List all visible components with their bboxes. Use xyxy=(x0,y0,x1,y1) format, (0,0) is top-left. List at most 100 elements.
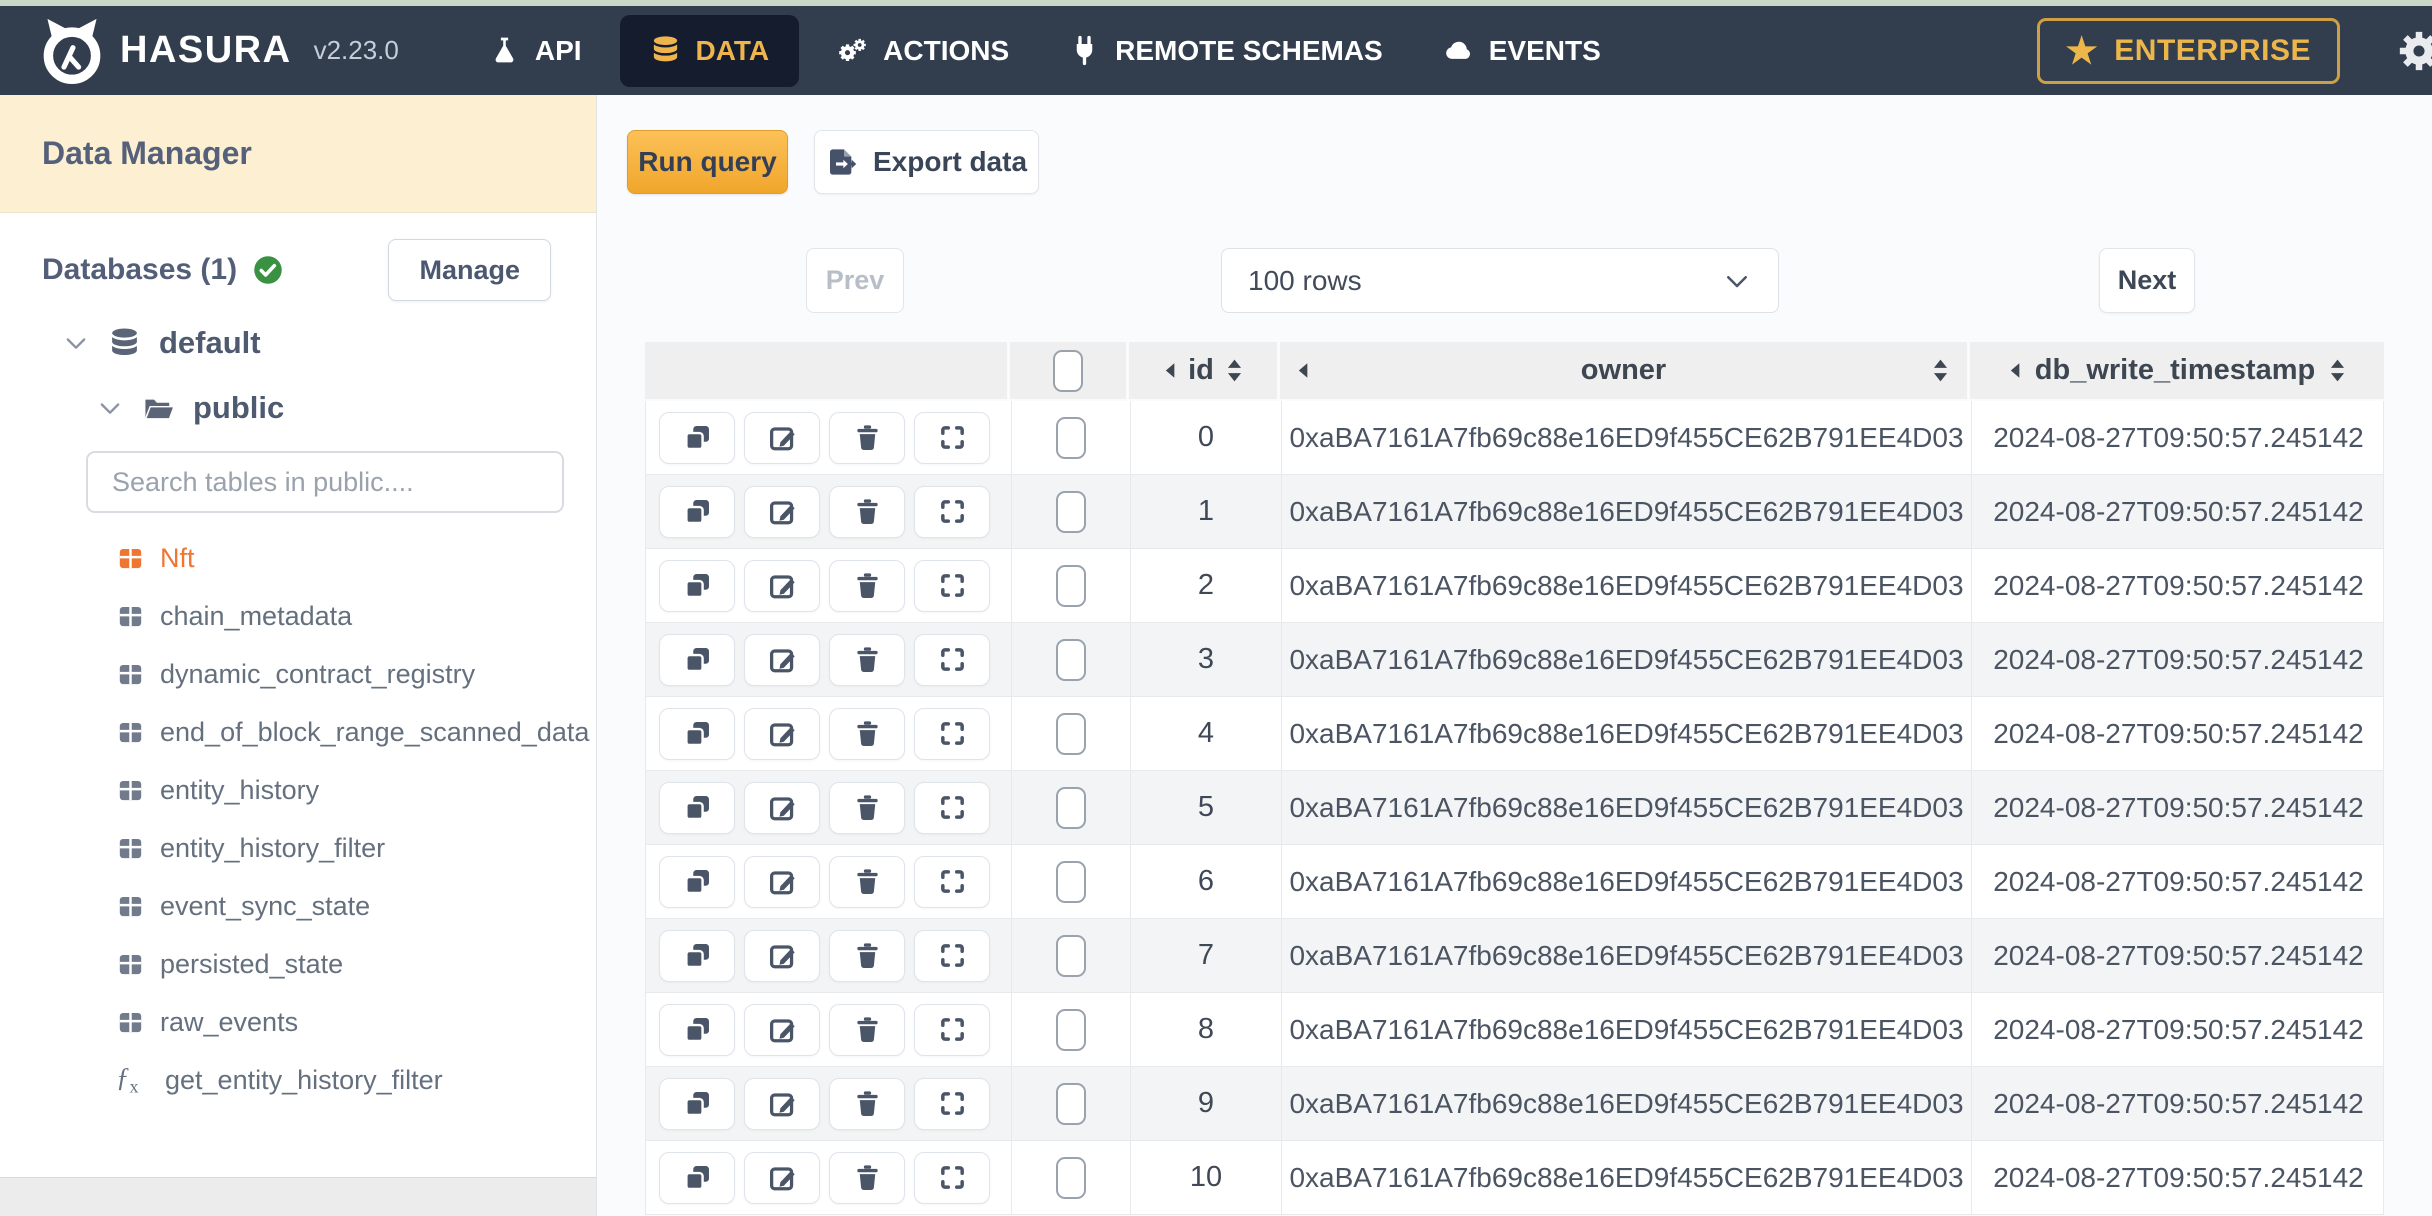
sidebar-table-item[interactable]: ƒx end_of_block_range_scanned_data xyxy=(0,703,596,761)
header-owner-cell[interactable]: owner xyxy=(1280,342,1970,399)
clone-row-button[interactable] xyxy=(659,781,735,834)
collapse-column-icon[interactable] xyxy=(1296,362,1309,379)
expand-row-button[interactable] xyxy=(914,781,990,834)
tab-remote-schemas[interactable]: REMOTE SCHEMAS xyxy=(1039,6,1413,95)
row-checkbox[interactable] xyxy=(1056,638,1086,681)
hasura-logo[interactable]: HASURA v2.23.0 xyxy=(38,17,399,85)
clone-row-button[interactable] xyxy=(659,1151,735,1204)
sort-icon[interactable] xyxy=(1226,359,1243,382)
expand-row-button[interactable] xyxy=(914,1003,990,1056)
expand-row-button[interactable] xyxy=(914,929,990,982)
delete-row-button[interactable] xyxy=(829,781,905,834)
table-icon xyxy=(118,895,143,917)
delete-row-button[interactable] xyxy=(829,559,905,612)
row-checkbox[interactable] xyxy=(1056,490,1086,533)
export-data-button[interactable]: Export data xyxy=(814,130,1039,194)
sidebar-table-item[interactable]: ƒx dynamic_contract_registry xyxy=(0,645,596,703)
delete-row-button[interactable] xyxy=(829,633,905,686)
clone-row-button[interactable] xyxy=(659,929,735,982)
delete-row-button[interactable] xyxy=(829,485,905,538)
row-checkbox[interactable] xyxy=(1056,1008,1086,1051)
edit-row-button[interactable] xyxy=(744,411,820,464)
tree-node-database[interactable]: default xyxy=(0,309,596,377)
delete-row-button[interactable] xyxy=(829,855,905,908)
collapse-column-icon[interactable] xyxy=(2008,362,2021,379)
expand-row-button[interactable] xyxy=(914,559,990,612)
edit-row-button[interactable] xyxy=(744,1151,820,1204)
clone-row-button[interactable] xyxy=(659,485,735,538)
enterprise-button[interactable]: ★ ENTERPRISE xyxy=(2036,17,2340,84)
row-checkbox[interactable] xyxy=(1056,1082,1086,1125)
select-all-checkbox[interactable] xyxy=(1053,349,1083,392)
delete-row-button[interactable] xyxy=(829,929,905,982)
sidebar-table-item[interactable]: ƒx get_entity_history_filter xyxy=(0,1051,596,1109)
tab-api-label: API xyxy=(534,34,582,66)
edit-row-button[interactable] xyxy=(744,781,820,834)
clone-row-button[interactable] xyxy=(659,1077,735,1130)
edit-row-button[interactable] xyxy=(744,707,820,760)
expand-row-button[interactable] xyxy=(914,633,990,686)
row-checkbox[interactable] xyxy=(1056,934,1086,977)
search-tables-input[interactable] xyxy=(86,451,564,513)
expand-row-button[interactable] xyxy=(914,1077,990,1130)
clone-row-button[interactable] xyxy=(659,855,735,908)
expand-row-button[interactable] xyxy=(914,707,990,760)
edit-row-button[interactable] xyxy=(744,929,820,982)
delete-row-button[interactable] xyxy=(829,1003,905,1056)
settings-gear-icon[interactable] xyxy=(2396,28,2432,74)
sort-icon[interactable] xyxy=(2329,359,2346,382)
clone-row-button[interactable] xyxy=(659,411,735,464)
edit-row-button[interactable] xyxy=(744,1003,820,1056)
manage-button[interactable]: Manage xyxy=(388,239,551,301)
header-id-cell[interactable]: id xyxy=(1129,342,1280,399)
row-checkbox[interactable] xyxy=(1056,786,1086,829)
sidebar-table-item[interactable]: ƒx persisted_state xyxy=(0,935,596,993)
row-checkbox[interactable] xyxy=(1056,564,1086,607)
chevron-down-icon[interactable] xyxy=(62,329,90,357)
delete-row-button[interactable] xyxy=(829,1151,905,1204)
sidebar-table-item[interactable]: ƒx Nft xyxy=(0,529,596,587)
next-page-button[interactable]: Next xyxy=(2099,248,2195,313)
sidebar-table-item[interactable]: ƒx chain_metadata xyxy=(0,587,596,645)
header-timestamp-cell[interactable]: db_write_timestamp xyxy=(1970,342,2384,399)
row-checkbox[interactable] xyxy=(1056,860,1086,903)
plug-icon xyxy=(1075,35,1095,66)
clone-row-button[interactable] xyxy=(659,707,735,760)
edit-row-button[interactable] xyxy=(744,855,820,908)
collapse-column-icon[interactable] xyxy=(1163,362,1176,379)
clone-row-button[interactable] xyxy=(659,633,735,686)
expand-row-button[interactable] xyxy=(914,411,990,464)
sidebar-table-item[interactable]: ƒx entity_history_filter xyxy=(0,819,596,877)
run-query-button[interactable]: Run query xyxy=(627,130,788,194)
expand-row-button[interactable] xyxy=(914,1151,990,1204)
clone-row-button[interactable] xyxy=(659,1003,735,1056)
sort-icon[interactable] xyxy=(1932,359,1949,382)
edit-row-button[interactable] xyxy=(744,485,820,538)
trash-icon xyxy=(856,499,878,524)
sidebar-table-item[interactable]: ƒx entity_history xyxy=(0,761,596,819)
tab-data[interactable]: DATA xyxy=(619,14,800,87)
tab-events[interactable]: EVENTS xyxy=(1413,6,1631,95)
expand-row-button[interactable] xyxy=(914,855,990,908)
tab-api[interactable]: API xyxy=(459,6,612,95)
row-checkbox[interactable] xyxy=(1056,712,1086,755)
table-icon xyxy=(118,547,143,569)
rows-per-page-select[interactable]: 100 rows xyxy=(1221,248,1779,313)
edit-row-button[interactable] xyxy=(744,633,820,686)
clone-row-button[interactable] xyxy=(659,559,735,612)
delete-row-button[interactable] xyxy=(829,707,905,760)
schema-name-label: public xyxy=(193,390,285,425)
delete-row-button[interactable] xyxy=(829,1077,905,1130)
row-checkbox[interactable] xyxy=(1056,416,1086,459)
edit-row-button[interactable] xyxy=(744,1077,820,1130)
prev-page-button[interactable]: Prev xyxy=(806,248,904,313)
row-checkbox[interactable] xyxy=(1056,1156,1086,1199)
tree-node-schema[interactable]: public xyxy=(0,377,596,439)
chevron-down-icon[interactable] xyxy=(96,394,124,422)
sidebar-table-item[interactable]: ƒx raw_events xyxy=(0,993,596,1051)
tab-actions[interactable]: ACTIONS xyxy=(807,6,1039,95)
delete-row-button[interactable] xyxy=(829,411,905,464)
expand-row-button[interactable] xyxy=(914,485,990,538)
sidebar-table-item[interactable]: ƒx event_sync_state xyxy=(0,877,596,935)
edit-row-button[interactable] xyxy=(744,559,820,612)
